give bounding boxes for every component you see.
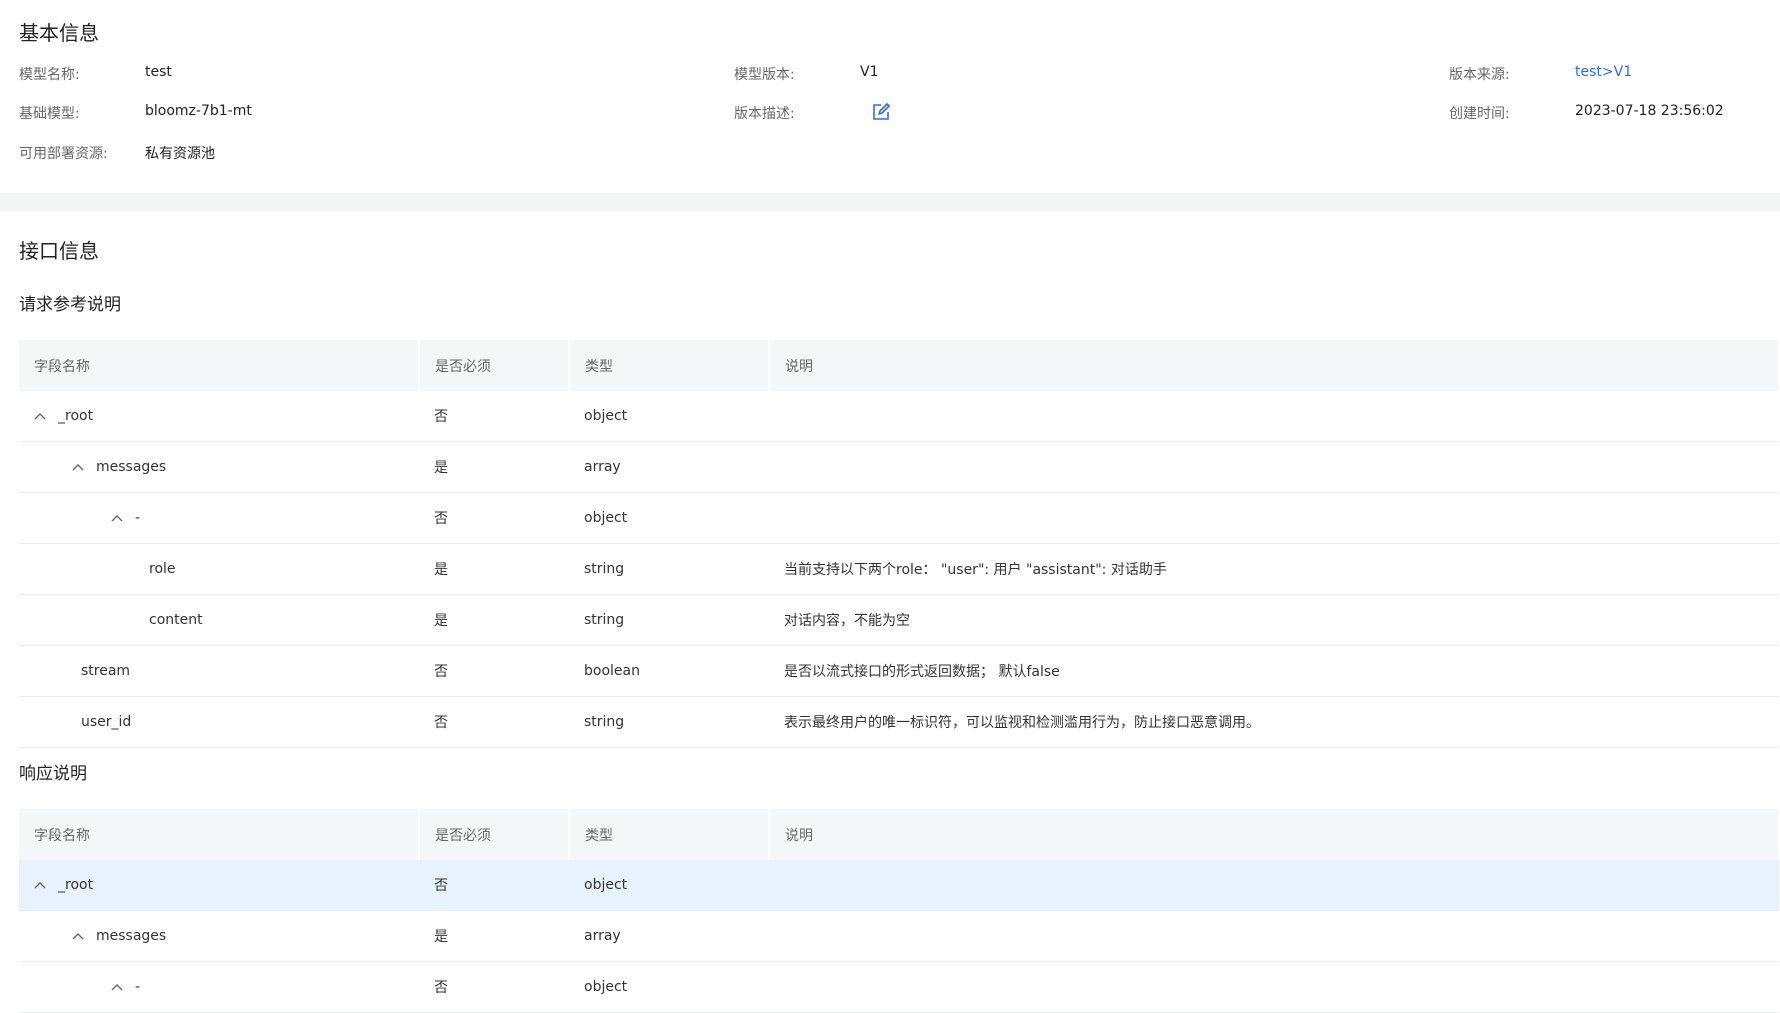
created-time-label: 创建时间: (1449, 106, 1510, 122)
field-name-cell: _root (19, 391, 419, 442)
table-row: - 否 object (19, 492, 1779, 544)
table-row: user_id 否 string 表示最终用户的唯一标识符，可以监视和检测滥用行为，防… (19, 696, 1779, 748)
field-desc-cell (769, 961, 1779, 1013)
field-required-cell: 否 (419, 860, 569, 911)
field-type-cell: string (569, 594, 769, 646)
version-source-label: 版本来源: (1449, 67, 1510, 83)
response-title: 响应说明 (19, 764, 87, 784)
resource-label: 可用部署资源: (19, 146, 108, 162)
table-row: _root 否 object (19, 860, 1779, 911)
table-row: messages 是 array (19, 441, 1779, 493)
field-name-cell: role (19, 543, 419, 595)
field-desc-cell (769, 391, 1779, 442)
col-header-required: 是否必须 (419, 809, 570, 860)
field-name-cell: - (19, 492, 419, 544)
table-row: _root 否 object (19, 391, 1779, 442)
model-version-label: 模型版本: (734, 67, 795, 83)
field-desc-cell (769, 492, 1779, 544)
field-type-cell: array (569, 910, 769, 962)
field-type-cell: object (569, 961, 769, 1013)
field-name: - (135, 510, 141, 526)
chevron-up-icon[interactable] (111, 512, 123, 524)
field-name-cell: - (19, 961, 419, 1013)
field-desc-cell (769, 860, 1779, 911)
api-info-title: 接口信息 (19, 239, 99, 263)
field-name-cell: messages (19, 441, 419, 493)
chevron-up-icon[interactable] (72, 930, 84, 942)
table-row: - 否 object (19, 961, 1779, 1013)
basic-info-title: 基本信息 (19, 21, 99, 45)
field-name: role (149, 561, 176, 577)
model-name-label: 模型名称: (19, 67, 80, 83)
field-name: content (149, 612, 203, 628)
field-name: messages (96, 459, 167, 475)
col-header-type: 类型 (569, 809, 770, 860)
field-required-cell: 是 (419, 594, 569, 646)
field-desc-cell: 表示最终用户的唯一标识符，可以监视和检测滥用行为，防止接口恶意调用。 (769, 696, 1779, 748)
field-required-cell: 否 (419, 645, 569, 697)
request-table-header: 字段名称 是否必须 类型 说明 (19, 340, 1780, 391)
field-desc-cell: 对话内容，不能为空 (769, 594, 1779, 646)
response-table: 字段名称 是否必须 类型 说明 _root 否 object messages 是 arr… (19, 809, 1780, 1013)
field-desc-cell (769, 441, 1779, 493)
field-name: user_id (81, 714, 132, 730)
col-header-field-name: 字段名称 (19, 809, 420, 860)
field-required-cell: 是 (419, 441, 569, 493)
basic-info-section: 基本信息 模型名称: test 模型版本: V1 版本来源: test>V1 基… (0, 0, 1780, 193)
field-type-cell: object (569, 492, 769, 544)
field-type-cell: array (569, 441, 769, 493)
edit-icon[interactable] (872, 103, 890, 121)
field-desc-cell: 是否以流式接口的形式返回数据； 默认false (769, 645, 1779, 697)
chevron-up-icon[interactable] (34, 879, 46, 891)
field-required-cell: 是 (419, 543, 569, 595)
field-type-cell: string (569, 543, 769, 595)
api-info-section: 接口信息 请求参考说明 字段名称 是否必须 类型 说明 _root 否 object… (0, 211, 1780, 1013)
version-desc-label: 版本描述: (734, 106, 795, 122)
table-row: role 是 string 当前支持以下两个role： "user": 用户 "ass… (19, 543, 1779, 595)
field-type-cell: object (569, 860, 769, 911)
created-time-value: 2023-07-18 23:56:02 (1575, 103, 1724, 119)
col-header-required: 是否必须 (419, 340, 570, 391)
col-header-field-name: 字段名称 (19, 340, 420, 391)
col-header-desc: 说明 (769, 809, 1780, 860)
col-header-desc: 说明 (769, 340, 1780, 391)
field-name: messages (96, 928, 167, 944)
response-table-header: 字段名称 是否必须 类型 说明 (19, 809, 1780, 860)
field-desc-cell: 当前支持以下两个role： "user": 用户 "assistant": 对话… (769, 543, 1779, 595)
field-name: - (135, 979, 141, 995)
chevron-up-icon[interactable] (34, 410, 46, 422)
field-name: _root (58, 877, 94, 893)
field-type-cell: object (569, 391, 769, 442)
table-row: content 是 string 对话内容，不能为空 (19, 594, 1779, 646)
section-divider (0, 193, 1780, 211)
table-row: stream 否 boolean 是否以流式接口的形式返回数据； 默认false (19, 645, 1779, 697)
field-type-cell: boolean (569, 645, 769, 697)
field-name-cell: messages (19, 910, 419, 962)
chevron-up-icon[interactable] (111, 981, 123, 993)
field-required-cell: 否 (419, 391, 569, 442)
field-name: _root (58, 408, 94, 424)
request-title: 请求参考说明 (19, 295, 121, 315)
field-name: stream (81, 663, 131, 679)
chevron-up-icon[interactable] (72, 461, 84, 473)
field-type-cell: string (569, 696, 769, 748)
field-name-cell: _root (19, 860, 419, 911)
model-name-value: test (145, 64, 172, 80)
table-row: messages 是 array (19, 910, 1779, 962)
request-table: 字段名称 是否必须 类型 说明 _root 否 object messages 是 arr… (19, 340, 1780, 748)
base-model-label: 基础模型: (19, 106, 80, 122)
field-name-cell: content (19, 594, 419, 646)
field-required-cell: 否 (419, 961, 569, 1013)
field-name-cell: stream (19, 645, 419, 697)
version-source-link[interactable]: test>V1 (1575, 64, 1632, 80)
model-version-value: V1 (860, 64, 879, 80)
resource-value: 私有资源池 (145, 146, 215, 162)
base-model-value: bloomz-7b1-mt (145, 103, 252, 119)
field-required-cell: 否 (419, 696, 569, 748)
field-required-cell: 是 (419, 910, 569, 962)
field-desc-cell (769, 910, 1779, 962)
field-required-cell: 否 (419, 492, 569, 544)
col-header-type: 类型 (569, 340, 770, 391)
field-name-cell: user_id (19, 696, 419, 748)
